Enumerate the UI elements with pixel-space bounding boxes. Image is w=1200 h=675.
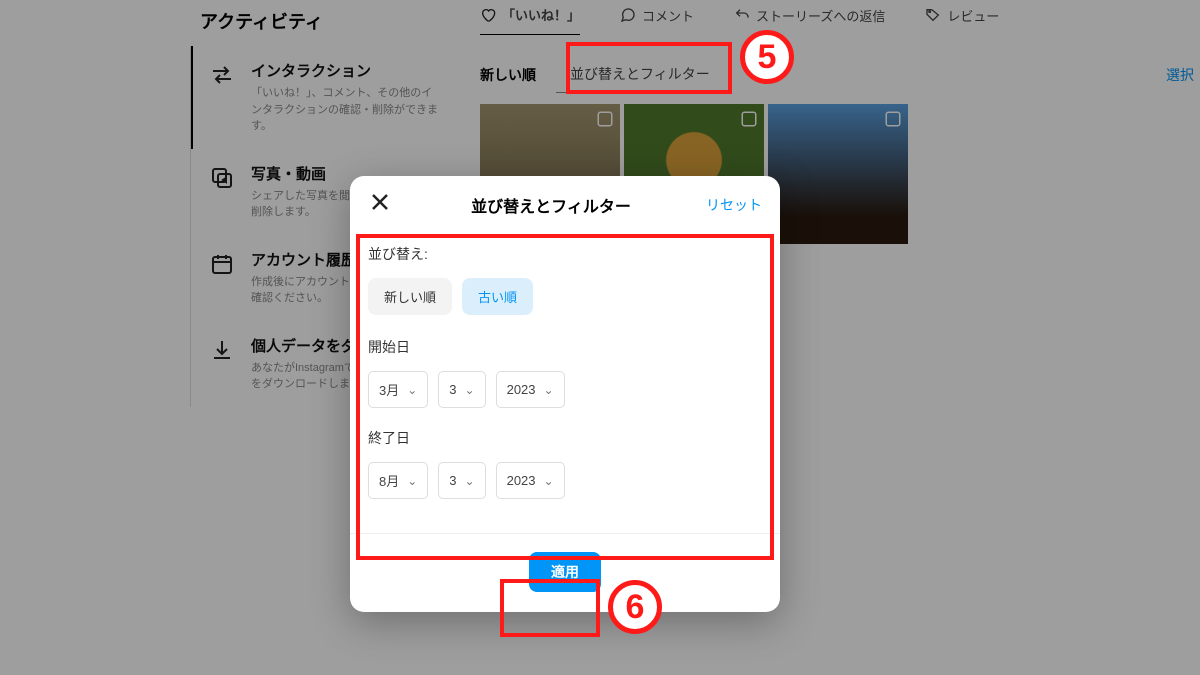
chevron-down-icon: ⌄ <box>465 383 475 397</box>
modal-body: 並び替え: 新しい順 古い順 開始日 3月 ⌄ 3 ⌄ 2023 ⌄ 終了日 8… <box>350 234 780 533</box>
modal-header: 並び替えとフィルター リセット <box>350 176 780 234</box>
select-value: 2023 <box>507 473 536 488</box>
modal-footer: 適用 <box>350 534 780 602</box>
sort-options: 新しい順 古い順 <box>368 278 762 315</box>
sort-filter-modal: 並び替えとフィルター リセット 並び替え: 新しい順 古い順 開始日 3月 ⌄ … <box>350 176 780 612</box>
end-date-selects: 8月 ⌄ 3 ⌄ 2023 ⌄ <box>368 462 762 499</box>
start-month-select[interactable]: 3月 ⌄ <box>368 371 428 408</box>
select-value: 8月 <box>379 471 399 490</box>
select-value: 3月 <box>379 380 399 399</box>
end-month-select[interactable]: 8月 ⌄ <box>368 462 428 499</box>
sort-section-label: 並び替え: <box>368 244 762 264</box>
start-day-select[interactable]: 3 ⌄ <box>438 371 485 408</box>
start-date-label: 開始日 <box>368 337 762 357</box>
start-date-selects: 3月 ⌄ 3 ⌄ 2023 ⌄ <box>368 371 762 408</box>
chevron-down-icon: ⌄ <box>544 474 554 488</box>
sort-option-newest[interactable]: 新しい順 <box>368 278 452 315</box>
chevron-down-icon: ⌄ <box>407 474 417 488</box>
end-year-select[interactable]: 2023 ⌄ <box>496 462 565 499</box>
sort-option-oldest[interactable]: 古い順 <box>462 278 533 315</box>
modal-title: 並び替えとフィルター <box>396 193 706 217</box>
select-value: 2023 <box>507 382 536 397</box>
apply-button[interactable]: 適用 <box>529 552 601 592</box>
select-value: 3 <box>449 473 456 488</box>
end-date-label: 終了日 <box>368 428 762 448</box>
start-year-select[interactable]: 2023 ⌄ <box>496 371 565 408</box>
chevron-down-icon: ⌄ <box>465 474 475 488</box>
close-icon[interactable] <box>368 190 396 221</box>
end-day-select[interactable]: 3 ⌄ <box>438 462 485 499</box>
reset-button[interactable]: リセット <box>706 195 762 215</box>
select-value: 3 <box>449 382 456 397</box>
chevron-down-icon: ⌄ <box>407 383 417 397</box>
chevron-down-icon: ⌄ <box>544 383 554 397</box>
